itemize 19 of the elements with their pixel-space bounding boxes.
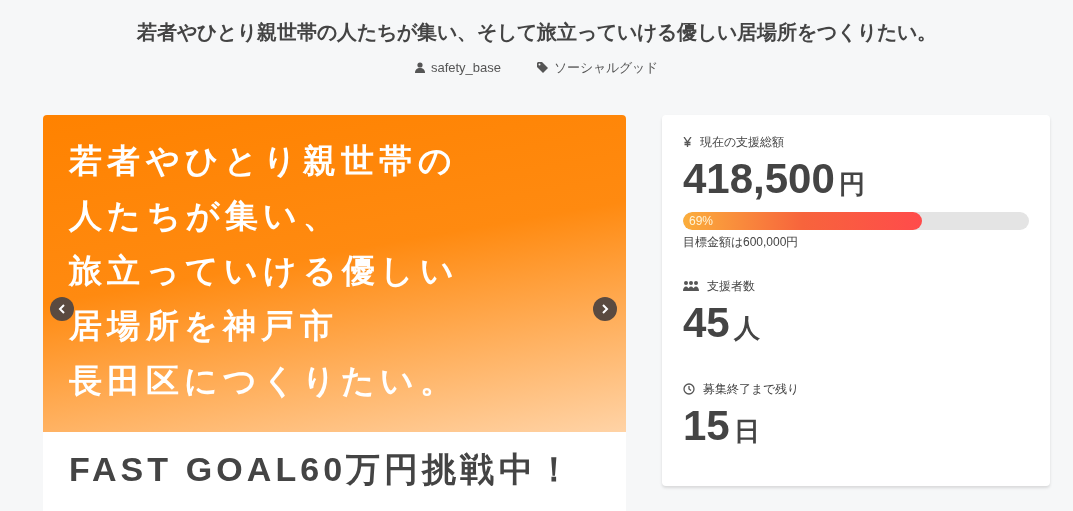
project-title: 若者やひとり親世帯の人たちが集い、そして旅立っていける優しい居場所をつくりたい。 (135, 20, 938, 45)
goal-text: 目標金額は600,000円 (683, 233, 800, 251)
people-icon (683, 280, 699, 291)
stat-value: 418,500 (683, 154, 835, 203)
stat-label: 募集終了まで残り (703, 380, 799, 398)
progress-reading: 69% (689, 212, 714, 229)
author-link[interactable]: safety_base (430, 58, 502, 78)
stat-unit: 円 (838, 167, 865, 201)
stat-unit: 日 (733, 414, 760, 448)
stat-unit: 人 (733, 311, 760, 345)
stat-label: 支援者数 (707, 277, 755, 295)
stat-label: 現在の支援総額 (700, 133, 784, 151)
person-icon (414, 62, 425, 74)
stat-value: 15 (683, 401, 730, 450)
yen-icon (683, 136, 692, 147)
tag-icon (537, 62, 549, 74)
stat-value: 45 (683, 298, 730, 347)
category-link[interactable]: ソーシャルグッド (554, 58, 659, 78)
clock-icon (683, 382, 695, 395)
